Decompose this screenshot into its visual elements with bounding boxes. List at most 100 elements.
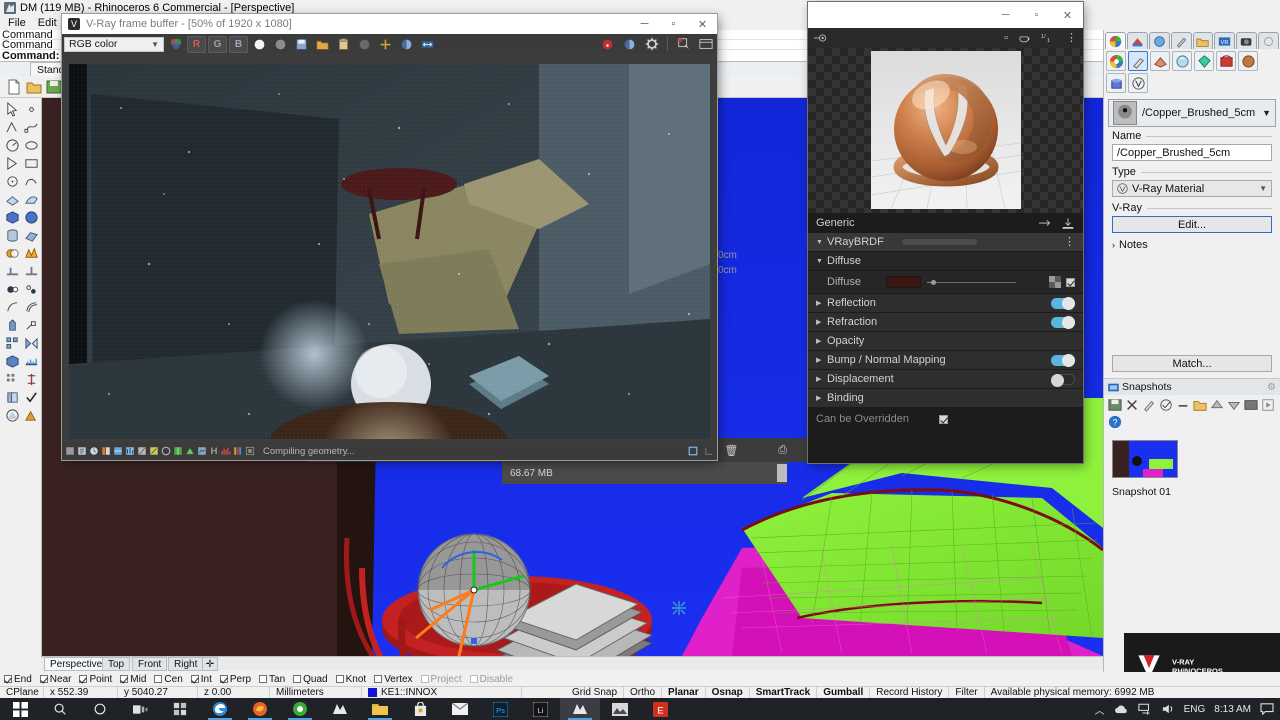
diffuse-color-swatch[interactable] [886,276,922,288]
explode-icon[interactable] [24,246,39,261]
diffuse-enable-checkbox[interactable] [1066,277,1075,287]
ab-compare-icon[interactable] [418,36,437,53]
tab-vray[interactable]: VR [1214,32,1236,49]
chevron-down-icon[interactable]: ▼ [1259,184,1267,193]
move-points-icon[interactable] [24,318,39,333]
loft-surface-icon[interactable] [24,192,39,207]
extrude-icon[interactable] [5,318,20,333]
hue-icon[interactable] [161,446,171,456]
new-file-icon[interactable] [6,79,22,95]
plaster-icon[interactable] [1150,51,1170,71]
chevron-up-icon[interactable]: ︿ [1095,702,1105,717]
move-up-icon[interactable] [1210,398,1224,412]
check-icon[interactable] [24,390,39,405]
split-icon[interactable] [24,264,39,279]
offset-curve-icon[interactable] [5,300,20,315]
curve-points-icon[interactable] [24,120,39,135]
displacement-row[interactable]: ▶ Displacement [808,370,1083,388]
tab-environment[interactable] [1148,32,1170,49]
file-explorer-icon[interactable] [360,698,400,720]
app-red-icon[interactable]: E [640,698,680,720]
status-cplane[interactable]: CPlane [0,686,44,699]
mesh-grid-icon[interactable] [5,372,20,387]
notes-section[interactable]: › Notes [1104,235,1280,255]
illustrator-icon[interactable]: Li [520,698,560,720]
ratio-icon[interactable]: 1/1 [1041,32,1056,44]
force-color-clamp-icon[interactable] [65,446,75,456]
minimize-button[interactable]: ─ [990,2,1021,28]
image-viewer-icon[interactable] [600,698,640,720]
alpha-grey-button[interactable] [271,36,290,53]
analyze-surface-icon[interactable] [24,354,39,369]
lights-icon[interactable] [233,446,243,456]
binding-row[interactable]: ▶ Binding [808,389,1083,407]
can-be-overridden-checkbox[interactable] [938,414,948,424]
language-indicator[interactable]: ENG [1184,704,1206,715]
surface-patch-icon[interactable] [24,228,39,243]
chevron-right-icon[interactable]: ▶ [816,337,827,345]
sphere-icon[interactable] [24,210,39,225]
diffuse-group-header[interactable]: ▼ Diffuse [808,252,1083,270]
tab-camera[interactable] [1236,32,1258,49]
circle-icon[interactable] [5,174,20,189]
alpha-white-button[interactable] [250,36,269,53]
chevron-right-icon[interactable]: › [1112,240,1115,250]
rectangle-icon[interactable] [24,156,39,171]
exposure-icon[interactable] [149,446,159,456]
reflection-row[interactable]: ▶ Reflection [808,294,1083,312]
toggle-record-history[interactable]: Record History [870,686,950,699]
render-history-icon[interactable] [245,446,255,456]
chevron-down-icon[interactable]: ▼ [1262,108,1271,118]
maximize-button[interactable]: ▫ [1021,2,1052,28]
app-store-icon[interactable] [160,698,200,720]
freeform-curve-icon[interactable] [24,174,39,189]
white-balance-icon[interactable] [173,446,183,456]
help-icon[interactable]: ? [1108,415,1122,429]
color-wheel-icon[interactable] [1106,51,1126,71]
point-icon[interactable] [24,102,39,117]
monochrome-icon[interactable] [355,36,374,53]
tab-texture[interactable] [1170,32,1192,49]
render-preview-icon[interactable] [5,408,20,423]
metal-icon[interactable] [1238,51,1258,71]
gem-icon[interactable] [1194,51,1214,71]
osnap-tan[interactable]: Tan [259,674,285,685]
osnap-perp[interactable]: Perp [219,674,251,685]
display-icon[interactable] [1244,398,1258,412]
play-icon[interactable] [1261,398,1275,412]
status-units[interactable]: Millimeters [270,686,362,699]
refraction-toggle[interactable] [1051,315,1075,329]
import-icon[interactable] [1061,217,1075,230]
toggle-planar[interactable]: Planar [662,686,706,699]
load-image-icon[interactable] [313,36,332,53]
rhino-running-icon[interactable] [560,698,600,720]
osnap-disable[interactable]: Disable [469,674,513,685]
clock[interactable]: 8:13 AM [1214,704,1251,715]
link-icon[interactable] [1176,398,1190,412]
chevron-right-icon[interactable]: ▶ [816,318,827,326]
toggle-grid-snap[interactable]: Grid Snap [566,686,625,699]
toggle-gumball[interactable]: Gumball [817,686,871,699]
settings-gear-icon[interactable] [642,36,661,53]
triangle-icon[interactable] [5,156,20,171]
material-type-select[interactable]: V-Ray Material ▼ [1112,180,1272,197]
pixel-info-icon[interactable] [77,446,87,456]
arc-icon[interactable] [5,138,20,153]
stamp-icon[interactable] [89,446,99,456]
match-button[interactable]: Match... [1112,355,1272,372]
osnap-int[interactable]: Int [190,674,212,685]
material-name-input[interactable]: /Copper_Brushed_5cm [1112,144,1272,161]
render-icon[interactable] [24,408,39,423]
ellipse-icon[interactable] [24,138,39,153]
reflection-toggle[interactable] [1051,296,1075,310]
resize-icon[interactable] [704,446,714,456]
color-corrections-icon[interactable] [113,446,123,456]
can-be-overridden-row[interactable]: Can be Overridden [808,408,1083,430]
tab-material[interactable] [1105,32,1126,49]
menu-item-file[interactable]: File [3,16,31,30]
bump-normal-mapping-row[interactable]: ▶ Bump / Normal Mapping [808,351,1083,369]
boolean-icon[interactable] [5,246,20,261]
fillet-icon[interactable] [5,282,20,297]
mail-icon[interactable] [440,698,480,720]
square-preview-icon[interactable]: ▫ [1004,32,1008,44]
